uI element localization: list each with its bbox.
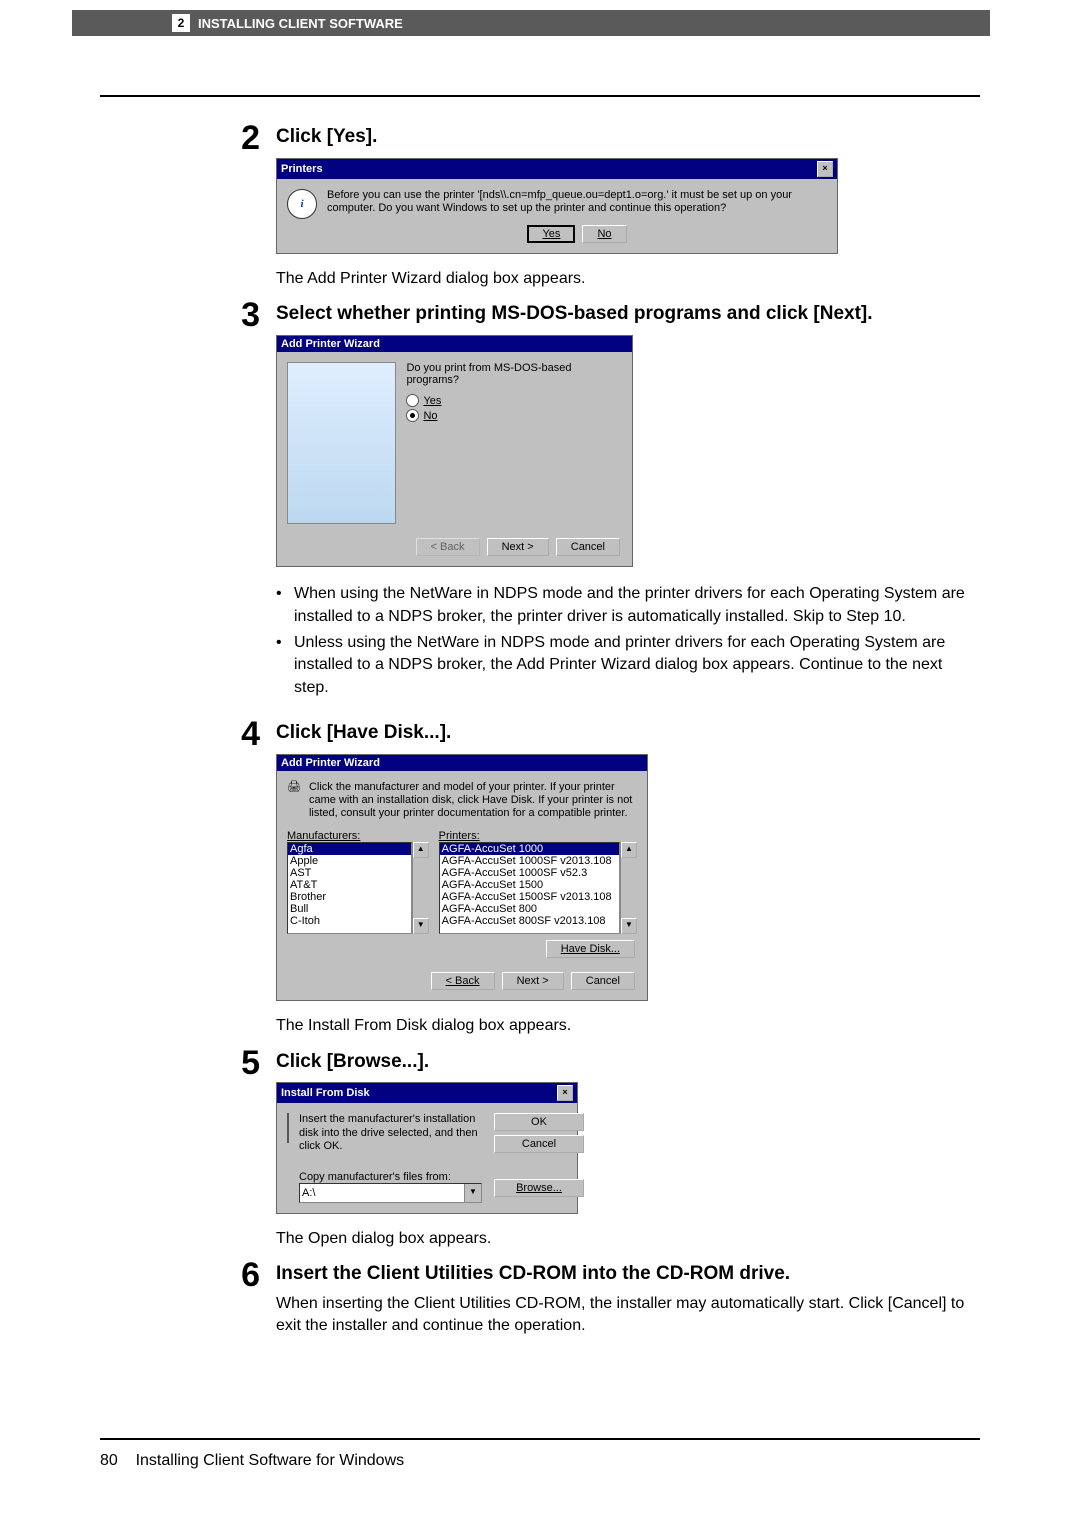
- printers-dialog: Printers × i Before you can use the prin…: [276, 158, 838, 254]
- list-item[interactable]: AGFA-AccuSet 1000: [440, 843, 619, 855]
- close-icon[interactable]: ×: [817, 161, 833, 177]
- header-page-number: 2: [172, 14, 190, 32]
- next-button[interactable]: Next >: [502, 972, 564, 990]
- chevron-down-icon[interactable]: ▼: [464, 1184, 481, 1202]
- list-item[interactable]: AT&T: [288, 879, 411, 891]
- printers-dialog-message: Before you can use the printer '[nds\\.c…: [327, 189, 827, 215]
- copy-from-label: Copy manufacturer's files from:: [299, 1171, 451, 1183]
- close-icon[interactable]: ×: [557, 1085, 573, 1101]
- bullet-item: When using the NetWare in NDPS mode and …: [276, 583, 980, 628]
- bullet-item: Unless using the NetWare in NDPS mode an…: [276, 632, 980, 699]
- list-item[interactable]: Agfa: [288, 843, 411, 855]
- step-6-caption: When inserting the Client Utilities CD-R…: [276, 1293, 980, 1338]
- scroll-down-icon[interactable]: ▼: [621, 918, 637, 934]
- radio-no[interactable]: No: [406, 409, 622, 422]
- printer-icon: 🖨: [287, 781, 301, 809]
- radio-yes[interactable]: Yes: [406, 394, 622, 407]
- ok-button[interactable]: OK: [494, 1113, 584, 1131]
- disk-icon: [287, 1113, 289, 1143]
- scroll-up-icon[interactable]: ▲: [621, 842, 637, 858]
- step-title-2: Click [Yes].: [276, 125, 980, 150]
- install-instruction: Insert the manufacturer's installation d…: [299, 1113, 482, 1153]
- step-title-6: Insert the Client Utilities CD-ROM into …: [276, 1262, 980, 1287]
- step-3-bullets: When using the NetWare in NDPS mode and …: [276, 583, 980, 699]
- next-button[interactable]: Next >: [487, 538, 549, 556]
- cancel-button[interactable]: Cancel: [556, 538, 620, 556]
- wizard-havedisk-dialog: Add Printer Wizard 🖨 Click the manufactu…: [276, 754, 648, 1002]
- havedisk-instruction: Click the manufacturer and model of your…: [309, 781, 637, 821]
- header-title: INSTALLING CLIENT SOFTWARE: [198, 16, 403, 31]
- step-4-caption: The Install From Disk dialog box appears…: [276, 1015, 980, 1037]
- list-item[interactable]: AGFA-AccuSet 1000SF v2013.108: [440, 855, 619, 867]
- step-number-5: 5: [220, 1046, 260, 1251]
- step-title-3: Select whether printing MS-DOS-based pro…: [276, 302, 980, 327]
- list-item[interactable]: AST: [288, 867, 411, 879]
- scroll-down-icon[interactable]: ▼: [413, 918, 429, 934]
- install-from-disk-title: Install From Disk: [281, 1087, 370, 1099]
- no-button[interactable]: No: [582, 225, 626, 243]
- step-number-2: 2: [220, 121, 260, 290]
- footer-text: Installing Client Software for Windows: [136, 1452, 405, 1469]
- browse-button[interactable]: Browse...: [494, 1179, 584, 1197]
- step-title-4: Click [Have Disk...].: [276, 721, 980, 746]
- list-item[interactable]: AGFA-AccuSet 1500SF v2013.108: [440, 891, 619, 903]
- radio-yes-label: Yes: [423, 395, 441, 407]
- cancel-button[interactable]: Cancel: [494, 1135, 584, 1153]
- back-button[interactable]: < Back: [431, 972, 495, 990]
- list-item[interactable]: Apple: [288, 855, 411, 867]
- msdos-question: Do you print from MS-DOS-based programs?: [406, 362, 622, 386]
- manufacturers-label: Manufacturers:: [287, 830, 360, 842]
- cancel-button[interactable]: Cancel: [571, 972, 635, 990]
- path-input[interactable]: [300, 1184, 464, 1202]
- step-number-3: 3: [220, 298, 260, 709]
- page-footer: 80 Installing Client Software for Window…: [100, 1452, 404, 1470]
- page-header: 2 INSTALLING CLIENT SOFTWARE: [72, 10, 990, 36]
- footer-page-number: 80: [100, 1452, 118, 1469]
- wizard-msdos-title: Add Printer Wizard: [281, 338, 380, 350]
- step-5-caption: The Open dialog box appears.: [276, 1228, 980, 1250]
- list-item[interactable]: AGFA-AccuSet 800SF v2013.108: [440, 915, 619, 927]
- manufacturers-list[interactable]: Agfa Apple AST AT&T Brother Bull C-Itoh: [287, 842, 412, 934]
- wizard-msdos-dialog: Add Printer Wizard Do you print from MS-…: [276, 335, 633, 567]
- back-button: < Back: [416, 538, 480, 556]
- list-item[interactable]: C-Itoh: [288, 915, 411, 927]
- install-from-disk-dialog: Install From Disk × Insert the manufactu…: [276, 1082, 578, 1214]
- scrollbar[interactable]: ▲ ▼: [620, 842, 637, 934]
- list-item[interactable]: Brother: [288, 891, 411, 903]
- section-rule: [100, 95, 980, 97]
- footer-rule: [100, 1438, 980, 1440]
- printers-list[interactable]: AGFA-AccuSet 1000 AGFA-AccuSet 1000SF v2…: [439, 842, 620, 934]
- wizard-illustration-icon: [287, 362, 396, 524]
- yes-button[interactable]: Yes: [527, 225, 575, 243]
- step-2-caption: The Add Printer Wizard dialog box appear…: [276, 268, 980, 290]
- have-disk-button[interactable]: Have Disk...: [546, 940, 635, 958]
- list-item[interactable]: Bull: [288, 903, 411, 915]
- info-icon: i: [287, 189, 317, 219]
- step-number-6: 6: [220, 1258, 260, 1337]
- wizard-havedisk-title: Add Printer Wizard: [281, 757, 380, 769]
- scroll-up-icon[interactable]: ▲: [413, 842, 429, 858]
- radio-no-label: No: [423, 410, 437, 422]
- list-item[interactable]: AGFA-AccuSet 1000SF v52.3: [440, 867, 619, 879]
- printers-label: Printers:: [439, 830, 480, 842]
- list-item[interactable]: AGFA-AccuSet 800: [440, 903, 619, 915]
- printers-dialog-title: Printers: [281, 163, 323, 175]
- list-item[interactable]: AGFA-AccuSet 1500: [440, 879, 619, 891]
- path-combo[interactable]: ▼: [299, 1183, 482, 1203]
- step-title-5: Click [Browse...].: [276, 1050, 980, 1075]
- step-number-4: 4: [220, 717, 260, 1038]
- scrollbar[interactable]: ▲ ▼: [412, 842, 429, 934]
